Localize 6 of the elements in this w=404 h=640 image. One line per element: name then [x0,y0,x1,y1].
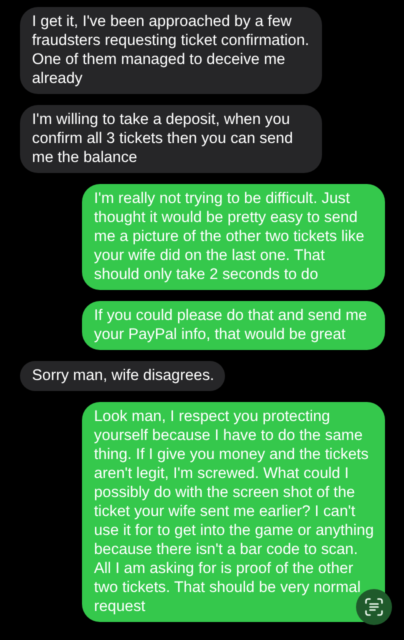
sent-message: I'm really not trying to be difficult. Just thought it would be pretty easy to send me a picture of the other two tickets like your wife did on the last one. That should only take 2 seconds to do [82,184,385,290]
sent-message: Look man, I respect you protecting yourself because I have to do the same thing. If I give you money and the tickets aren't legit, I'm screwed. What could I possibly do with the screen shot of the ticket your wife sent me earlier? I can't use it for to get into the game or anything because there isn't a bar code to scan. All I am asking for is proof of the other two tickets. That should be very normal request [82,402,385,622]
received-message: I'm willing to take a deposit, when you confirm all 3 tickets then you can send me the balance [20,105,322,173]
sent-message: If you could please do that and send me your PayPal info, that would be great [82,301,385,350]
received-message: Sorry man, wife disagrees. [20,361,226,391]
received-message: I get it, I've been approached by a few fraudsters requesting ticket confirmation. One of them managed to deceive me already [20,7,322,94]
